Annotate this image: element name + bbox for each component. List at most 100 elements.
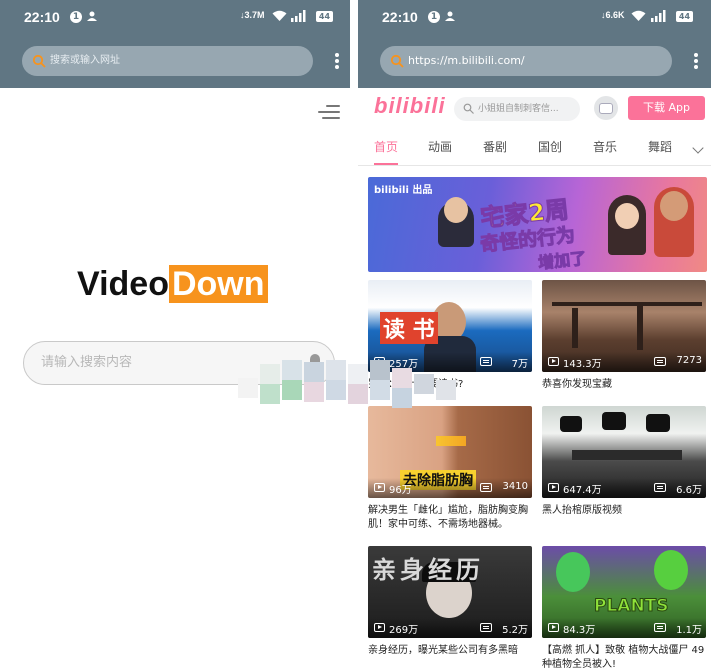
- more-menu-icon[interactable]: [690, 52, 702, 70]
- video-thumbnail[interactable]: PLANTS 84.3万 1.1万: [542, 546, 706, 638]
- battery-icon: 44: [316, 11, 333, 22]
- video-title[interactable]: 亲身经历，曝光某些公司有多黑暗: [368, 644, 532, 658]
- more-menu-icon[interactable]: [331, 52, 343, 70]
- mosaic-tile: [370, 380, 390, 400]
- browser-toolbar: 22:10 1 ↓6.6K 44 https://m.bilibili.com/: [358, 0, 711, 88]
- signal-icon: [291, 10, 306, 22]
- active-tab-indicator: [374, 163, 398, 165]
- download-app-button[interactable]: 下载 App: [628, 96, 705, 120]
- banner-tagline: 增加了: [537, 248, 588, 272]
- view-count: 143.3万: [563, 359, 602, 370]
- tab-music[interactable]: 音乐: [593, 130, 617, 166]
- tab-animation[interactable]: 动画: [428, 130, 452, 166]
- mosaic-tile: [370, 360, 390, 380]
- chevron-down-icon[interactable]: [692, 142, 704, 154]
- video-thumbnail[interactable]: 647.4万 6.6万: [542, 406, 706, 498]
- video-card[interactable]: 亲身经历 269万 5.2万 亲身经历，曝光某些公司有多黑暗: [368, 546, 532, 658]
- screen-divider: [350, 0, 358, 672]
- video-title[interactable]: 恭喜你发现宝藏: [542, 378, 706, 392]
- url-text: https://m.bilibili.com/: [408, 54, 525, 67]
- mosaic-tile: [436, 380, 456, 400]
- search-icon: [32, 54, 46, 68]
- video-title[interactable]: 【高燃 抓人】致敬 植物大战僵尸 49种植物全员被入!: [542, 644, 706, 672]
- play-count-icon: [374, 623, 385, 632]
- signal-icon: [651, 10, 666, 22]
- video-thumbnail[interactable]: 143.3万 7273: [542, 280, 706, 372]
- danmaku-icon: [654, 357, 666, 366]
- url-bar[interactable]: https://m.bilibili.com/: [380, 46, 672, 76]
- tab-guochuang[interactable]: 国创: [538, 130, 562, 166]
- notification-icon: 1: [428, 11, 440, 23]
- mosaic-tile: [304, 362, 324, 382]
- mosaic-tile: [260, 384, 280, 404]
- mosaic-tile: [326, 380, 346, 400]
- video-thumbnail[interactable]: 去除脂肪胸 96万 3410: [368, 406, 532, 498]
- video-title[interactable]: 解决男生「雌化」尴尬，脂肪胸变胸肌！家中可练、不需场地器械。: [368, 504, 532, 532]
- view-count: 96万: [389, 485, 412, 496]
- play-count-icon: [374, 483, 385, 492]
- menu-icon[interactable]: [318, 105, 340, 119]
- video-title[interactable]: 黑人抬棺原版视频: [542, 504, 706, 518]
- promo-banner[interactable]: bilibili 出品 宅家2周 奇怪的行为 增加了: [368, 177, 707, 272]
- mosaic-tile: [348, 384, 368, 404]
- status-time: 22:10: [24, 9, 60, 25]
- video-stats: 96万 3410: [368, 478, 532, 498]
- thumbnail-caption: PLANTS: [594, 596, 670, 617]
- url-bar[interactable]: 搜索或输入网址: [22, 46, 313, 76]
- bilibili-search-input[interactable]: 小姐姐自制刺客信...: [454, 97, 580, 121]
- danmaku-icon: [654, 623, 666, 632]
- mosaic-tile: [326, 360, 346, 380]
- mosaic-tile: [282, 380, 302, 400]
- danmaku-icon: [654, 483, 666, 492]
- play-count-icon: [548, 483, 559, 492]
- search-icon: [463, 103, 474, 114]
- status-bar: 22:10 1 ↓3.7M 44: [0, 0, 350, 34]
- logo-text-down: Down: [168, 265, 268, 303]
- danmaku-count: 5.2万: [502, 625, 528, 636]
- mosaic-tile: [392, 388, 412, 408]
- mosaic-tile: [392, 368, 412, 388]
- video-stats: 84.3万 1.1万: [542, 618, 706, 638]
- url-placeholder: 搜索或输入网址: [50, 55, 120, 66]
- danmaku-count: 7273: [676, 355, 702, 366]
- search-icon: [390, 54, 404, 68]
- view-count: 84.3万: [563, 625, 596, 636]
- mosaic-tile: [348, 364, 368, 384]
- danmaku-icon: [480, 483, 492, 492]
- notification-icon: 1: [70, 11, 82, 23]
- danmaku-count: 6.6万: [676, 485, 702, 496]
- account-icon: [87, 11, 97, 21]
- video-stats: 143.3万 7273: [542, 352, 706, 372]
- right-phone-screen: 22:10 1 ↓6.6K 44 https://m.bilibili.com/…: [358, 0, 711, 672]
- avatar-tv-icon[interactable]: [594, 96, 618, 120]
- danmaku-count: 3410: [502, 481, 528, 492]
- mosaic-tile: [260, 364, 280, 384]
- video-card[interactable]: 647.4万 6.6万 黑人抬棺原版视频: [542, 406, 706, 518]
- mosaic-tile: [238, 378, 258, 398]
- account-icon: [445, 11, 455, 21]
- tab-bangumi[interactable]: 番剧: [483, 130, 507, 166]
- danmaku-count: 7万: [511, 359, 528, 370]
- video-stats: 647.4万 6.6万: [542, 478, 706, 498]
- left-phone-screen: 22:10 1 ↓3.7M 44 搜索或输入网址 VideoDown 请输入搜索…: [0, 0, 350, 672]
- video-card[interactable]: 143.3万 7273 恭喜你发现宝藏: [542, 280, 706, 392]
- tab-home[interactable]: 首页: [374, 130, 398, 166]
- video-thumbnail[interactable]: 亲身经历 269万 5.2万: [368, 546, 532, 638]
- play-count-icon: [548, 623, 559, 632]
- search-placeholder: 小姐姐自制刺客信...: [478, 104, 559, 114]
- play-count-icon: [548, 357, 559, 366]
- video-card[interactable]: PLANTS 84.3万 1.1万 【高燃 抓人】致敬 植物大战僵尸 49种植物…: [542, 546, 706, 672]
- browser-toolbar: 22:10 1 ↓3.7M 44 搜索或输入网址: [0, 0, 350, 88]
- tab-dance[interactable]: 舞蹈: [648, 130, 672, 166]
- bilibili-logo[interactable]: bilibili: [374, 92, 446, 120]
- danmaku-icon: [480, 623, 492, 632]
- video-thumbnail[interactable]: 读 书 257万 7万: [368, 280, 532, 372]
- search-placeholder: 请输入搜索内容: [41, 355, 133, 370]
- status-time: 22:10: [382, 9, 418, 25]
- view-count: 647.4万: [563, 485, 602, 496]
- wifi-icon: [272, 10, 287, 21]
- video-stats: 269万 5.2万: [368, 618, 532, 638]
- videodown-logo: VideoDown: [77, 262, 268, 306]
- thumbnail-caption: 读 书: [380, 312, 438, 344]
- video-card[interactable]: 去除脂肪胸 96万 3410 解决男生「雌化」尴尬，脂肪胸变胸肌！家中可练、不需…: [368, 406, 532, 532]
